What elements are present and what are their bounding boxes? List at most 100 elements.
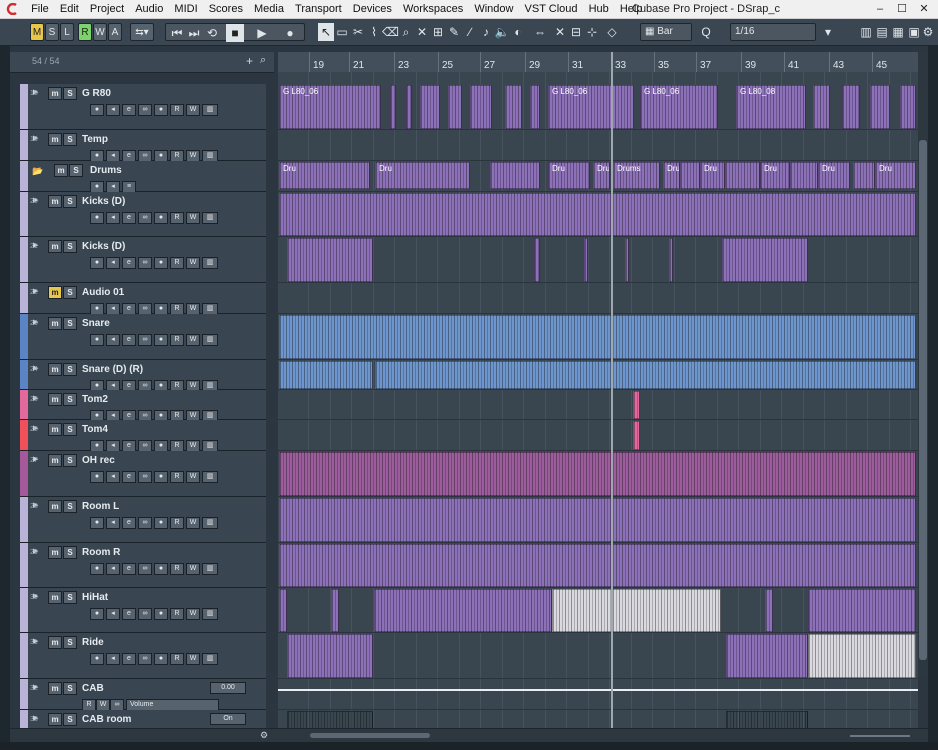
monitor-icon[interactable]: ◂ (106, 212, 120, 224)
audio-event[interactable]: G L80_06 (640, 85, 718, 129)
track-color[interactable] (20, 237, 28, 282)
audio-event[interactable] (279, 193, 916, 236)
lock-icon[interactable]: ∞ (138, 104, 152, 116)
lower-zone-toggle-icon[interactable]: ▤ (874, 23, 890, 41)
menu-audio[interactable]: Audio (131, 0, 167, 18)
audio-event[interactable] (279, 498, 916, 542)
audio-event[interactable]: Dru (875, 162, 916, 189)
lock-icon[interactable]: ∞ (138, 212, 152, 224)
track-row[interactable]: ▶ 29 m S Room R ● ◂ e ∞ ● R W ▥ (20, 543, 266, 588)
audio-event[interactable] (870, 85, 890, 129)
play-tool-icon[interactable]: ♪ (478, 23, 494, 41)
solo-button[interactable]: S (69, 164, 83, 177)
mute-button[interactable]: m (48, 713, 62, 726)
audio-event[interactable] (842, 85, 860, 129)
stop-icon[interactable]: ■ (226, 24, 244, 42)
read-button[interactable]: R (170, 471, 184, 483)
track-row[interactable]: 📂 m S Drums ● ◂ ≡ (20, 161, 266, 193)
audio-event[interactable] (420, 85, 440, 129)
track-name[interactable]: G R80 (82, 88, 111, 99)
audio-event[interactable]: Dru (700, 162, 725, 189)
track-row[interactable]: ▶ 20 m S Kicks (D) ● ◂ e ∞ ● R W ▥ (20, 192, 266, 237)
audio-event[interactable]: Dru (375, 162, 470, 189)
constrain-delay-button[interactable]: ⇆▾ (130, 23, 154, 41)
audio-event[interactable] (633, 421, 640, 450)
menu-media[interactable]: Media (250, 0, 288, 18)
edit-channel-icon[interactable]: e (122, 212, 136, 224)
record-enable-icon[interactable]: ● (90, 334, 104, 346)
read-button[interactable]: R (170, 653, 184, 665)
audio-event[interactable] (390, 85, 396, 129)
track-row[interactable]: ▶ 23 m S Snare ● ◂ e ∞ ● R W ▥ (20, 314, 266, 360)
track-color[interactable] (20, 543, 28, 587)
mute-button[interactable]: m (48, 500, 62, 513)
audio-event[interactable] (534, 238, 540, 282)
solo-button[interactable]: S (63, 317, 77, 330)
automation-mode-button[interactable]: A (108, 23, 122, 41)
track-name[interactable]: Snare (D) (R) (82, 364, 143, 375)
comp-tool-icon[interactable]: ⊞ (430, 23, 446, 41)
write-button[interactable]: W (186, 257, 200, 269)
solo-button[interactable]: S (63, 454, 77, 467)
audio-event[interactable] (374, 589, 552, 632)
quantize-icon[interactable]: Q (698, 23, 714, 41)
audio-event[interactable] (726, 634, 808, 678)
monitor-icon[interactable]: ◂ (106, 608, 120, 620)
minimize-button[interactable]: – (870, 0, 890, 18)
menu-file[interactable]: File (27, 0, 53, 18)
mute-button[interactable]: m (48, 133, 62, 146)
menu-vst-cloud[interactable]: VST Cloud (521, 0, 582, 18)
write-button[interactable]: W (186, 104, 200, 116)
track-lane[interactable] (278, 237, 918, 283)
quantize-settings-icon[interactable]: ▾ (820, 23, 836, 41)
write-button[interactable]: W (186, 517, 200, 529)
grid-type-select[interactable]: ▦ Bar (640, 23, 692, 41)
lanes-icon[interactable]: ▥ (202, 471, 218, 483)
read-button[interactable]: R (170, 517, 184, 529)
record-enable-icon[interactable]: ● (90, 257, 104, 269)
erase-tool-icon[interactable]: ⌫ (382, 23, 399, 41)
audio-event[interactable] (813, 85, 830, 129)
solo-button[interactable]: S (63, 591, 77, 604)
timeline-ruler[interactable]: 19 21 23 25 27 29 31 33 35 37 39 41 43 45 (278, 52, 918, 73)
track-color[interactable] (20, 192, 28, 236)
audio-event[interactable]: Dru (279, 162, 370, 189)
track-lane[interactable] (278, 283, 918, 314)
track-name[interactable]: Snare (82, 318, 110, 329)
audio-event[interactable] (375, 361, 916, 389)
track-color[interactable] (20, 420, 28, 450)
track-color[interactable] (20, 84, 28, 129)
record-mode-icon[interactable]: ● (154, 334, 168, 346)
track-lane[interactable] (278, 679, 918, 710)
lock-icon[interactable]: ∞ (138, 334, 152, 346)
record-mode-icon[interactable]: ● (154, 257, 168, 269)
track-color[interactable] (20, 390, 28, 419)
read-automation-button[interactable]: R (78, 23, 92, 41)
close-button[interactable]: ✕ (914, 0, 934, 18)
audio-event[interactable]: Dru (760, 162, 790, 189)
track-row[interactable]: ▶ 18 m S G R80 ● ◂ e ∞ ● R W ▥ (20, 84, 266, 130)
menu-project[interactable]: Project (86, 0, 128, 18)
menu-transport[interactable]: Transport (291, 0, 346, 18)
audio-event[interactable] (406, 85, 412, 129)
track-row[interactable]: ▶33mSCAB roomRW∞On (20, 710, 266, 742)
snap-mode-icon[interactable]: ⊹ (584, 23, 600, 41)
solo-button[interactable]: S (63, 286, 77, 299)
track-row[interactable]: ▶ 27 m S OH rec ● ◂ e ∞ ● R W ▥ (20, 451, 266, 497)
record-mode-icon[interactable]: ● (154, 608, 168, 620)
audio-event[interactable] (725, 162, 760, 189)
record-enable-icon[interactable]: ● (90, 471, 104, 483)
monitor-icon[interactable]: ◂ (106, 104, 120, 116)
audio-event[interactable] (853, 162, 875, 189)
record-mode-icon[interactable]: ● (154, 563, 168, 575)
audio-event[interactable] (279, 452, 916, 496)
track-name[interactable]: Audio 01 (82, 287, 124, 298)
record-icon[interactable]: ● (282, 24, 298, 42)
solo-button[interactable]: S (63, 546, 77, 559)
track-row[interactable]: ▶ 19 m S Temp ● ◂ e ∞ ● R W ▥ (20, 130, 266, 162)
read-button[interactable]: R (170, 212, 184, 224)
audio-event[interactable] (808, 589, 916, 632)
glue-tool-icon[interactable]: ⌇ (366, 23, 382, 41)
edit-channel-icon[interactable]: e (122, 563, 136, 575)
lanes-icon[interactable]: ▥ (202, 608, 218, 620)
